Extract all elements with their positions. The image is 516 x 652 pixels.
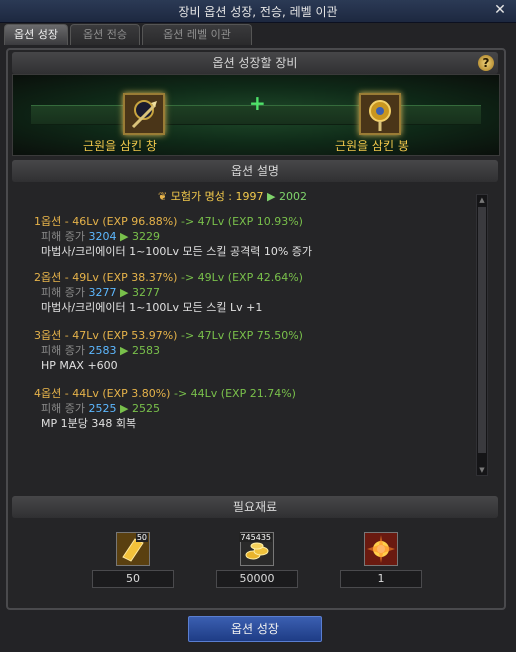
equipment-section-header: 옵션 성장할 장비 ? — [12, 52, 498, 74]
description-scrollbar[interactable]: ▲ ▼ — [476, 194, 488, 476]
option-2-dmg-cur: 3277 — [88, 286, 117, 299]
spear-item-icon — [125, 95, 163, 133]
option-block-1: 1옵션 - 46Lv (EXP 96.88%) -> 47Lv (EXP 10.… — [34, 214, 312, 259]
material-slot-2[interactable]: 745435 — [239, 532, 274, 566]
option-growth-window: 장비 옵션 성장, 전승, 레벨 이관 ✕ 옵션 성장 옵션 전승 옵션 레벨 … — [0, 0, 516, 652]
option-2-effect: 마법사/크리에이터 1~100Lv 모든 스킬 Lv +1 — [41, 301, 263, 314]
option-3-head: 3옵션 - 47Lv (EXP 53.97%) — [34, 329, 178, 342]
option-block-2: 2옵션 - 49Lv (EXP 38.37%) -> 49Lv (EXP 42.… — [34, 270, 303, 315]
option-1-head: 1옵션 - 46Lv (EXP 96.88%) — [34, 215, 178, 228]
option-block-4: 4옵션 - 44Lv (EXP 3.80%) -> 44Lv (EXP 21.7… — [34, 386, 296, 431]
option-1-dmg-cur: 3204 — [88, 230, 117, 243]
staff-item-icon — [361, 95, 399, 133]
option-3-arrow: ▶ — [119, 344, 129, 357]
option-4-head: 4옵션 - 44Lv (EXP 3.80%) — [34, 387, 171, 400]
right-equipment-slot[interactable] — [359, 93, 401, 135]
window-title: 장비 옵션 성장, 전승, 레벨 이관 — [178, 5, 338, 19]
reputation-next: 2002 — [278, 190, 307, 203]
option-3-dmg-label: 피해 증가 — [41, 344, 85, 357]
option-2-to: -> 49Lv (EXP 42.64%) — [180, 271, 303, 284]
description-header-label: 옵션 설명 — [231, 164, 279, 178]
material-slot-1[interactable]: 50 — [116, 532, 150, 566]
help-icon[interactable]: ? — [478, 55, 494, 71]
option-1-dmg-label: 피해 증가 — [41, 230, 85, 243]
reputation-label: 모험가 명성 : 1997 — [170, 190, 264, 203]
right-equipment-name: 근원을 삼킨 봉 — [335, 139, 409, 153]
reputation-arrow: ▶ — [267, 190, 276, 203]
equipment-area: + 근원을 삼킨 창 근원을 삼킨 봉 — [12, 74, 500, 156]
option-2-head: 2옵션 - 49Lv (EXP 38.37%) — [34, 271, 178, 284]
plus-icon: + — [249, 91, 266, 115]
option-3-effect: HP MAX +600 — [41, 359, 118, 372]
option-3-dmg-cur: 2583 — [88, 344, 117, 357]
scroll-thumb[interactable] — [478, 207, 486, 453]
option-4-effect: MP 1분당 348 회복 — [41, 417, 137, 430]
scroll-down-icon[interactable]: ▼ — [477, 465, 487, 475]
option-4-dmg-next: 2525 — [131, 402, 160, 415]
material-2-badge: 745435 — [239, 533, 272, 542]
material-slot-3[interactable] — [364, 532, 398, 566]
option-3-dmg-next: 2583 — [131, 344, 160, 357]
burst-orb-icon — [365, 533, 397, 565]
option-1-dmg-next: 3229 — [131, 230, 160, 243]
option-4-dmg-label: 피해 증가 — [41, 402, 85, 415]
tab-option-growth[interactable]: 옵션 성장 — [4, 24, 68, 45]
option-3-to: -> 47Lv (EXP 75.50%) — [180, 329, 303, 342]
main-panel: 옵션 성장할 장비 ? + 근원을 삼킨 창 근원을 삼킨 봉 옵션 설명 ❦ … — [6, 48, 506, 610]
left-equipment-slot[interactable] — [123, 93, 165, 135]
title-bar[interactable]: 장비 옵션 성장, 전승, 레벨 이관 ✕ — [0, 0, 516, 23]
material-2-count: 50000 — [216, 570, 298, 588]
option-2-arrow: ▶ — [119, 286, 129, 299]
option-2-dmg-next: 3277 — [131, 286, 160, 299]
left-equipment-name: 근원을 삼킨 창 — [83, 139, 157, 153]
materials-header-label: 필요재료 — [232, 500, 278, 514]
reputation-line: ❦ 모험가 명성 : 1997 ▶ 2002 — [158, 188, 307, 204]
option-4-to: -> 44Lv (EXP 21.74%) — [173, 387, 296, 400]
close-icon[interactable]: ✕ — [492, 2, 508, 18]
option-1-effect: 마법사/크리에이터 1~100Lv 모든 스킬 공격력 10% 증가 — [41, 245, 313, 258]
option-growth-button[interactable]: 옵션 성장 — [188, 616, 322, 642]
tab-option-inherit[interactable]: 옵션 전승 — [70, 24, 140, 45]
option-1-arrow: ▶ — [119, 230, 129, 243]
description-area: ❦ 모험가 명성 : 1997 ▶ 2002 1옵션 - 46Lv (EXP 9… — [12, 180, 498, 492]
option-1-to: -> 47Lv (EXP 10.93%) — [180, 215, 303, 228]
scroll-up-icon[interactable]: ▲ — [477, 195, 487, 205]
material-3-count: 1 — [340, 570, 422, 588]
option-4-dmg-cur: 2525 — [88, 402, 117, 415]
equipment-header-label: 옵션 성장할 장비 — [212, 56, 298, 70]
option-block-3: 3옵션 - 47Lv (EXP 53.97%) -> 47Lv (EXP 75.… — [34, 328, 303, 373]
option-4-arrow: ▶ — [119, 402, 129, 415]
option-2-dmg-label: 피해 증가 — [41, 286, 85, 299]
tab-option-level-transfer[interactable]: 옵션 레벨 이관 — [142, 24, 252, 45]
description-section-header: 옵션 설명 — [12, 160, 498, 182]
material-1-count: 50 — [92, 570, 174, 588]
materials-section-header: 필요재료 — [12, 496, 498, 518]
material-1-badge: 50 — [135, 533, 148, 542]
reputation-icon: ❦ — [158, 190, 168, 203]
